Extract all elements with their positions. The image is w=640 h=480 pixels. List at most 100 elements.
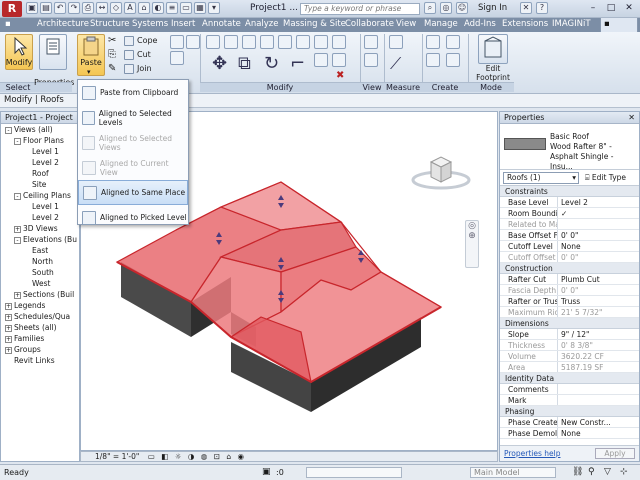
browser-tree-item[interactable]: - Elevations (Bu <box>1 234 79 245</box>
delete-icon[interactable]: ✖ <box>336 70 344 81</box>
close-icon[interactable]: ✕ <box>620 1 638 15</box>
create-assembly-icon[interactable] <box>426 35 440 49</box>
property-row[interactable]: Phase Demoli...None <box>500 428 639 439</box>
undo-icon[interactable]: ↶ <box>54 2 66 14</box>
tab-file[interactable]: ▪ <box>2 18 14 32</box>
redo-icon[interactable]: ↷ <box>68 2 80 14</box>
property-value[interactable]: Level 2 <box>558 197 639 207</box>
browser-tree-item[interactable]: West <box>1 278 79 289</box>
paste-menu-item[interactable]: Aligned to Selected Levels <box>78 105 188 130</box>
paste-button[interactable] <box>77 34 105 76</box>
property-row[interactable]: Base Offset Fr...0' 0" <box>500 230 639 241</box>
aligned-dimension-icon[interactable]: ⟋ <box>390 54 401 74</box>
browser-tree-item[interactable]: + Schedules/Qua <box>1 311 79 322</box>
tab-imaginit[interactable]: IMAGINiT <box>549 18 594 32</box>
user-icon[interactable]: ☺ <box>456 2 468 14</box>
browser-tree-item[interactable]: Level 2 <box>1 212 79 223</box>
unpin-icon[interactable] <box>332 53 346 67</box>
array-icon[interactable] <box>314 35 328 49</box>
minimize-icon[interactable]: – <box>584 1 602 15</box>
pin-icon[interactable] <box>332 35 346 49</box>
edit-footprint-button[interactable] <box>478 34 508 64</box>
tab-annotate[interactable]: Annotate <box>199 18 244 32</box>
browser-tree-item[interactable]: Level 2 <box>1 157 79 168</box>
property-row[interactable]: Mark <box>500 395 639 406</box>
tab-analyze[interactable]: Analyze <box>242 18 282 32</box>
expand-icon[interactable]: + <box>5 335 12 343</box>
mirror-axis-icon[interactable] <box>242 35 256 49</box>
override-graphics-icon[interactable] <box>364 53 378 67</box>
collapse-icon[interactable]: - <box>14 192 21 200</box>
match-properties-icon[interactable]: ✎ <box>108 63 116 74</box>
property-row[interactable]: Phase Created New Constr... <box>500 417 639 428</box>
browser-tree-item[interactable]: + Groups <box>1 344 79 355</box>
subscription-icon[interactable]: ◎ <box>440 2 452 14</box>
scale-icon[interactable] <box>314 53 328 67</box>
property-value[interactable] <box>558 384 639 394</box>
property-row[interactable]: Comments <box>500 384 639 395</box>
paint-icon[interactable] <box>170 35 184 49</box>
browser-tree-item[interactable]: Site <box>1 179 79 190</box>
detail-level-icon[interactable]: ▭ <box>148 452 155 461</box>
browser-tree-item[interactable]: + Legends <box>1 300 79 311</box>
property-row[interactable]: Cutoff Level None <box>500 241 639 252</box>
property-value[interactable]: Plumb Cut <box>558 274 639 284</box>
tab-extensions[interactable]: Extensions <box>499 18 551 32</box>
property-value[interactable] <box>558 395 639 405</box>
browser-tree-item[interactable]: East <box>1 245 79 256</box>
qat-dropdown-icon[interactable]: ▾ <box>208 2 220 14</box>
property-value[interactable]: None <box>558 241 639 251</box>
split-gap-icon[interactable] <box>296 35 310 49</box>
view-cube[interactable] <box>411 152 471 192</box>
cope-button[interactable]: Cope <box>124 35 157 46</box>
search-input[interactable]: Type a keyword or phrase <box>300 3 420 15</box>
offset-icon[interactable] <box>224 35 238 49</box>
shadows-icon[interactable]: ◑ <box>188 452 195 461</box>
exchange-icon[interactable]: ✕ <box>520 2 532 14</box>
text-icon[interactable]: A <box>124 2 136 14</box>
tag-icon[interactable]: ◇ <box>110 2 122 14</box>
zoom-icon[interactable]: ⊕ <box>466 231 478 241</box>
paste-menu-item[interactable]: Aligned to Picked Level <box>78 205 188 230</box>
property-group-header[interactable]: Constraints <box>500 186 639 197</box>
expand-icon[interactable]: + <box>14 291 21 299</box>
wall-joins-icon[interactable] <box>186 35 200 49</box>
cut-clipboard-icon[interactable]: ✂ <box>108 35 116 46</box>
expand-icon[interactable]: + <box>5 313 12 321</box>
browser-tree-item[interactable]: Revit Links <box>1 355 79 366</box>
tab-manage[interactable]: Manage <box>421 18 461 32</box>
rotate-icon[interactable]: ↻ <box>264 53 279 74</box>
property-value[interactable]: None <box>558 428 639 438</box>
property-value[interactable]: 9" / 12" <box>558 329 639 339</box>
browser-tree-item[interactable]: + Sheets (all) <box>1 322 79 333</box>
steering-wheel-icon[interactable]: ◎ <box>466 221 478 231</box>
select-links-icon[interactable]: ⛓ <box>572 465 583 480</box>
lock-view-icon[interactable]: ⌂ <box>226 452 231 461</box>
help-icon[interactable]: ? <box>536 2 548 14</box>
paste-dropdown-icon[interactable]: ▾ <box>87 68 91 76</box>
browser-tree-item[interactable]: - Floor Plans <box>1 135 79 146</box>
expand-icon[interactable]: + <box>5 324 12 332</box>
edit-type-button[interactable]: ⌸ Edit Type <box>585 173 626 183</box>
tab-structure[interactable]: Structure <box>87 18 133 32</box>
measure-between-icon[interactable] <box>389 35 403 49</box>
save-icon[interactable]: ▤ <box>40 2 52 14</box>
type-selector[interactable]: Basic Roof Wood Rafter 8" - Asphalt Shin… <box>500 124 639 171</box>
drag-select-icon[interactable]: ⊹ <box>620 465 628 480</box>
apply-button[interactable]: Apply <box>595 448 635 459</box>
search-icon[interactable]: ⌕ <box>424 2 436 14</box>
property-value[interactable]: 0' 0" <box>558 230 639 240</box>
tab-collaborate[interactable]: Collaborate <box>342 18 397 32</box>
instance-selector[interactable]: Roofs (1) ▾ <box>503 171 579 184</box>
hide-element-icon[interactable] <box>364 35 378 49</box>
tab-modify-roofs[interactable]: ▪ <box>600 18 638 32</box>
create-group-icon[interactable] <box>446 35 460 49</box>
properties-help-link[interactable]: Properties help <box>504 449 561 458</box>
app-logo[interactable]: R <box>2 1 22 17</box>
browser-tree-item[interactable]: + Sections (Buil <box>1 289 79 300</box>
browser-tree-item[interactable]: North <box>1 256 79 267</box>
property-group-header[interactable]: Construction <box>500 263 639 274</box>
copy-clipboard-icon[interactable]: ⎘ <box>108 49 116 60</box>
split-face-icon[interactable] <box>170 51 184 65</box>
property-row[interactable]: Rafter or Truss Truss <box>500 296 639 307</box>
